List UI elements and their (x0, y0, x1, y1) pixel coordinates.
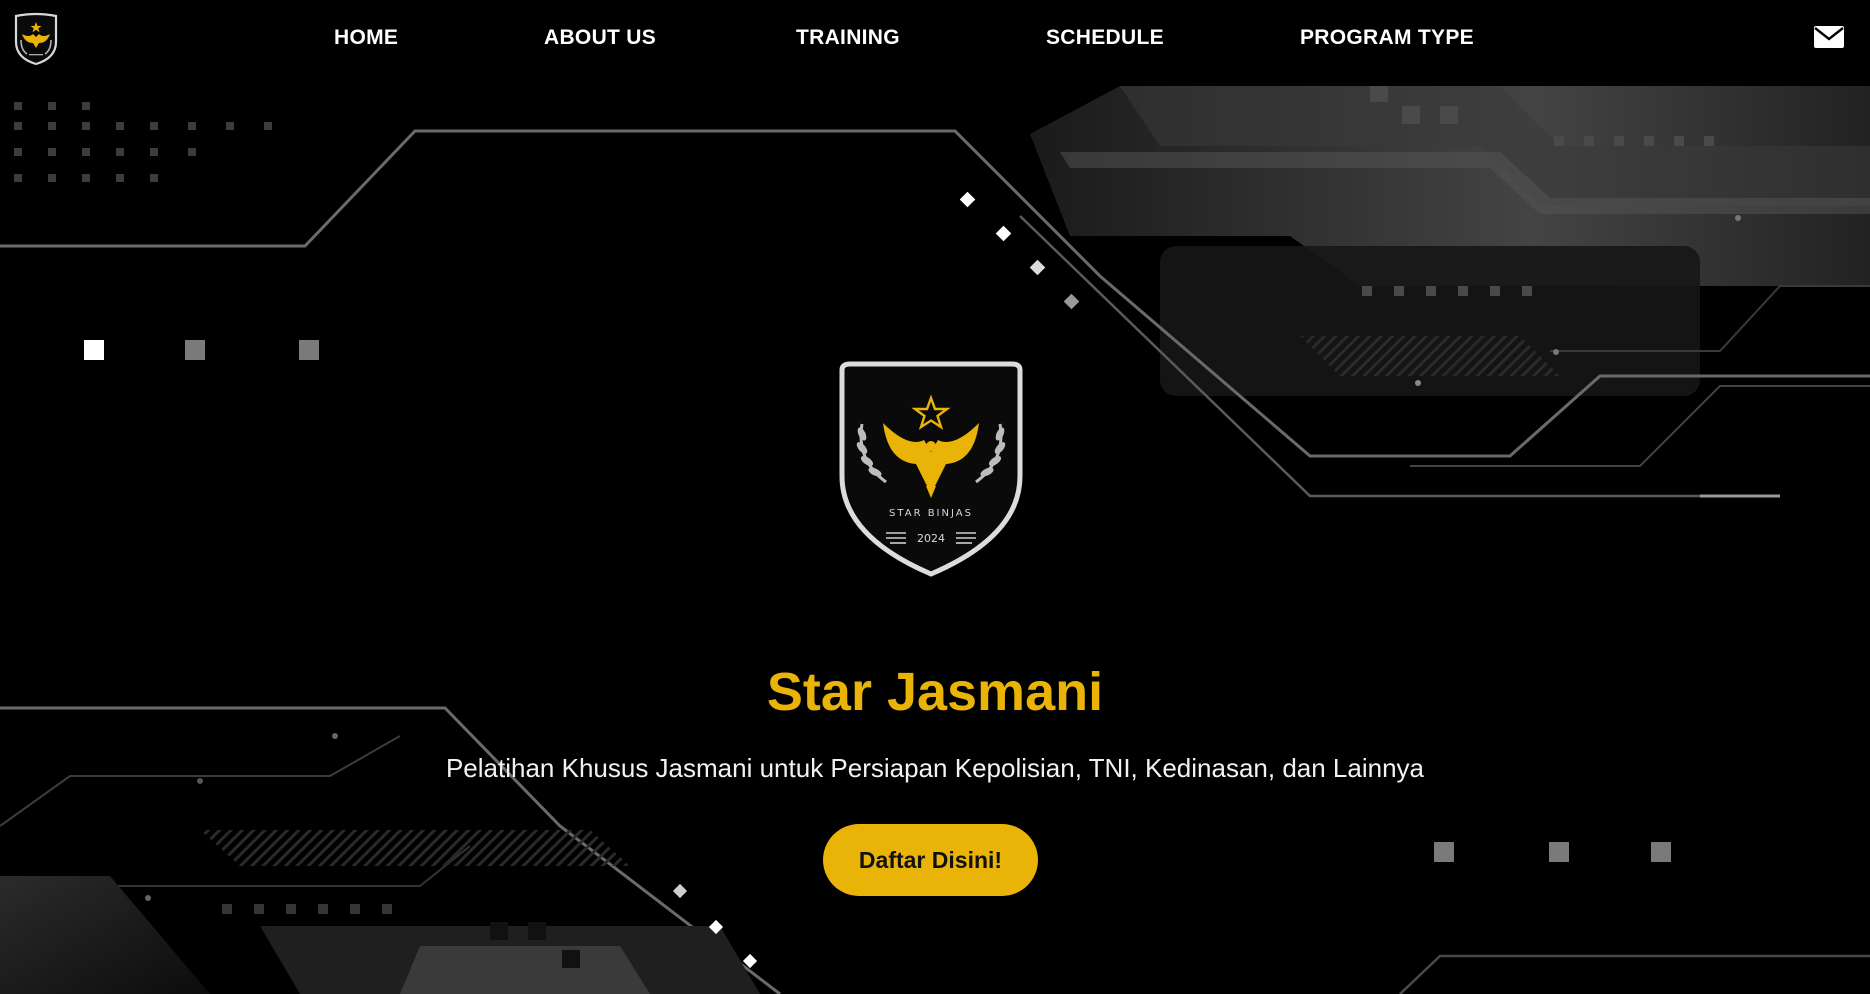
nav-training-link[interactable]: TRAINING (796, 26, 900, 50)
nav-menu: HOME ABOUT US TRAINING SCHEDULE PROGRAM … (0, 0, 1870, 82)
nav-program-type-link[interactable]: PROGRAM TYPE (1300, 26, 1474, 50)
hero-subtitle: Pelatihan Khusus Jasmani untuk Persiapan… (445, 753, 1425, 783)
nav-about-us-link[interactable]: ABOUT US (544, 26, 656, 50)
nav-schedule-link[interactable]: SCHEDULE (1046, 26, 1164, 50)
emblem-year: 2024 (917, 532, 945, 545)
landing-page: HOME ABOUT US TRAINING SCHEDULE PROGRAM … (0, 0, 1870, 994)
register-button[interactable]: Daftar Disini! (823, 824, 1038, 896)
envelope-icon[interactable] (1814, 26, 1844, 48)
hero-section: STAR BINJAS 2024 Star Jasmani Pelatihan … (0, 86, 1870, 994)
top-navbar: HOME ABOUT US TRAINING SCHEDULE PROGRAM … (0, 0, 1870, 86)
nav-home-link[interactable]: HOME (334, 26, 398, 50)
eagle-star-shield-icon: STAR BINJAS 2024 (839, 361, 1023, 577)
hero-title: Star Jasmani (766, 662, 1104, 722)
emblem-text: STAR BINJAS (889, 508, 973, 519)
